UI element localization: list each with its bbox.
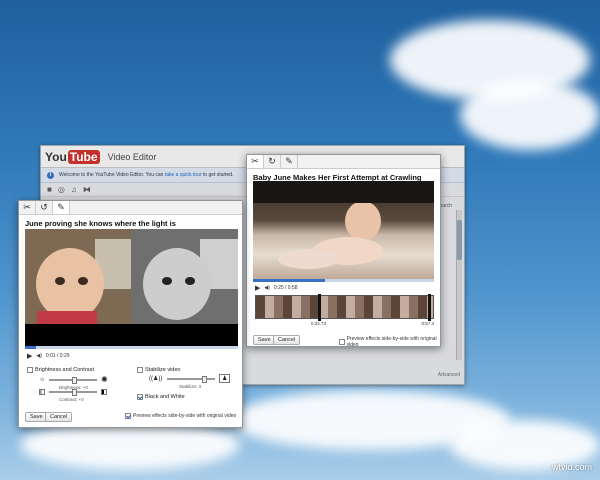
brightness-contrast-checkbox[interactable] xyxy=(27,367,33,373)
contrast-high-icon xyxy=(101,389,107,395)
cloud xyxy=(460,80,600,150)
trim-handle-left[interactable] xyxy=(318,294,321,321)
welcome-suffix: to get started. xyxy=(201,172,234,178)
rotate-icon[interactable]: ↻ xyxy=(264,155,281,168)
cancel-button[interactable]: Cancel xyxy=(45,412,73,422)
effects-wand-icon[interactable]: ✎ xyxy=(281,155,298,168)
page-title: Video Editor xyxy=(107,151,157,162)
effects-dialog-front: ✂ ↺ ✎ June proving she knows where the l… xyxy=(18,200,243,428)
player-controls: ▶ ◀) 0:25 / 0:58 xyxy=(255,283,298,293)
transition-icon[interactable]: ⧓ xyxy=(83,185,91,194)
shaky-person-icon: ((♟)) xyxy=(149,376,163,382)
trim-start-time: 0:22.73 xyxy=(311,321,327,326)
effects-wand-icon[interactable]: ✎ xyxy=(53,201,70,214)
progress-fill xyxy=(253,279,326,282)
play-icon[interactable]: ▶ xyxy=(27,352,32,360)
black-white-checkbox[interactable] xyxy=(137,394,143,400)
volume-icon[interactable]: ◀) xyxy=(36,353,42,359)
effects-toolbar: ✂ ↺ ✎ xyxy=(19,201,242,215)
video-camera-icon[interactable]: ■ xyxy=(47,185,52,194)
video-preview[interactable] xyxy=(25,229,238,346)
trim-end-time: 0:57.4 xyxy=(421,321,434,326)
slider-knob[interactable] xyxy=(72,377,77,384)
sun-dim-icon: ☼ xyxy=(39,376,46,383)
logo-you: You xyxy=(45,149,67,164)
scroll-thumb[interactable] xyxy=(457,220,462,260)
black-white-option[interactable]: Black and White xyxy=(137,394,185,400)
scrollbar[interactable] xyxy=(456,210,462,360)
stabilize-value: Stabilize: 3 xyxy=(179,384,202,389)
preview-option[interactable]: Preview effects side-by-side with origin… xyxy=(125,413,236,419)
volume-icon[interactable]: ◀) xyxy=(264,285,270,291)
baby-face-split-image xyxy=(25,229,238,346)
time-display: 0:25 / 0:58 xyxy=(273,285,298,291)
progress-fill xyxy=(25,346,36,349)
play-icon[interactable]: ▶ xyxy=(255,284,260,292)
player-controls: ▶ ◀) 0:01 / 0:29 xyxy=(27,351,70,361)
youtube-logo[interactable]: You Tube xyxy=(45,149,100,164)
music-icon[interactable]: ♫ xyxy=(71,185,77,194)
effects-dialog-back: ✂ ↻ ✎ Baby June Makes Her First Attempt … xyxy=(246,154,441,348)
baby-crawling-image xyxy=(253,181,434,269)
slider-knob[interactable] xyxy=(72,389,77,396)
contrast-low-icon xyxy=(39,389,45,395)
sun-bright-icon: ✺ xyxy=(101,375,108,384)
black-white-label: Black and White xyxy=(145,394,185,400)
contrast-slider[interactable] xyxy=(49,389,97,396)
preview-checkbox[interactable] xyxy=(339,339,345,345)
logo-tube: Tube xyxy=(67,149,100,164)
time-display: 0:01 / 0:29 xyxy=(45,353,70,359)
effects-toolbar: ✂ ↻ ✎ xyxy=(247,155,440,169)
preview-label: Preview effects side-by-side with origin… xyxy=(133,413,237,419)
brightness-contrast-option[interactable]: Brightness and Contrast xyxy=(27,367,94,373)
watermark: wtvid.com xyxy=(551,462,592,472)
preview-checkbox[interactable] xyxy=(125,413,131,419)
advanced-link[interactable]: Advanced xyxy=(438,372,460,378)
stabilize-option[interactable]: Stabilize video xyxy=(137,367,180,373)
trim-icon[interactable]: ✂ xyxy=(19,201,36,214)
cancel-button[interactable]: Cancel xyxy=(273,335,301,345)
stabilize-label: Stabilize video xyxy=(145,367,181,373)
rotate-icon[interactable]: ↺ xyxy=(36,201,53,214)
brightness-slider[interactable] xyxy=(49,377,97,384)
welcome-prefix: Welcome to the YouTube Video Editor. You… xyxy=(59,172,165,178)
preview-option[interactable]: Preview effects side-by-side with origin… xyxy=(339,336,440,348)
trim-icon[interactable]: ✂ xyxy=(247,155,264,168)
video-preview[interactable] xyxy=(253,181,434,279)
quick-tour-link[interactable]: take a quick tour xyxy=(165,172,202,178)
cc-icon[interactable]: ◎ xyxy=(58,185,65,194)
slider-knob[interactable] xyxy=(202,376,207,383)
stabilize-slider[interactable] xyxy=(167,376,215,383)
trim-handle-right[interactable] xyxy=(428,294,431,321)
video-progress-bar[interactable] xyxy=(253,279,434,282)
steady-person-icon: ♟ xyxy=(219,374,231,383)
contrast-value: Contrast: +0 xyxy=(59,397,84,402)
preview-label: Preview effects side-by-side with origin… xyxy=(346,336,437,348)
stabilize-checkbox[interactable] xyxy=(137,367,143,373)
brightness-contrast-label: Brightness and Contrast xyxy=(35,367,95,373)
video-progress-bar[interactable] xyxy=(25,346,238,349)
trim-filmstrip[interactable] xyxy=(255,294,434,321)
welcome-text: Welcome to the YouTube Video Editor. You… xyxy=(59,172,233,178)
info-icon: i xyxy=(47,171,54,179)
